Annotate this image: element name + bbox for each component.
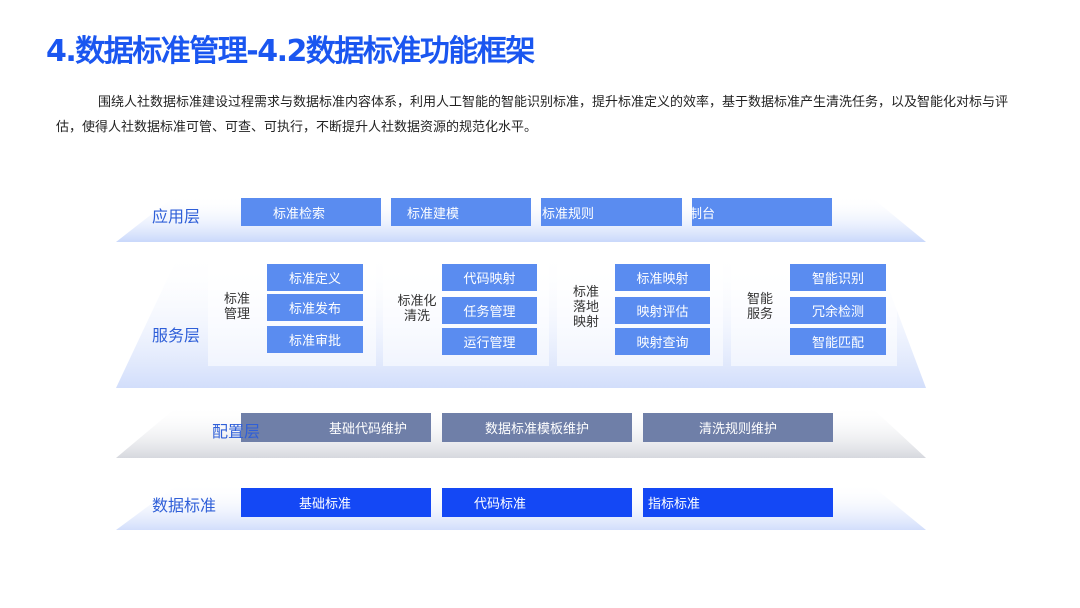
app-item-console[interactable]: 控制台 — [692, 198, 832, 226]
service-item-intelligent-recognition[interactable]: 智能识别 — [790, 264, 886, 291]
config-item-cleansing-rule-maintenance[interactable]: 清洗规则维护 — [643, 413, 833, 442]
app-layer-label: 应用层 — [152, 207, 201, 226]
service-item-mapping-evaluation[interactable]: 映射评估 — [615, 297, 710, 324]
service-group-label-standard-cleansing: 标准化 清洗 — [397, 294, 437, 324]
service-item-mapping-query[interactable]: 映射查询 — [615, 328, 710, 355]
service-item-standard-publish[interactable]: 标准发布 — [267, 294, 363, 321]
app-item-standard-modeling[interactable]: 标准建模 — [391, 198, 531, 226]
service-item-standard-approval[interactable]: 标准审批 — [267, 326, 363, 353]
service-group-label-intelligent-service: 智能 服务 — [746, 292, 773, 322]
service-item-task-management[interactable]: 任务管理 — [442, 297, 537, 324]
standard-item-indicator[interactable]: 指标标准 — [643, 488, 833, 517]
service-group-label-standard-management: 标准 管理 — [223, 292, 250, 322]
config-item-standard-template-maintenance[interactable]: 数据标准模板维护 — [442, 413, 632, 442]
app-item-standard-rules[interactable]: 标准规则 — [541, 198, 682, 226]
service-group-label-standard-mapping: 标准 落地 映射 — [572, 285, 599, 330]
service-item-standard-definition[interactable]: 标准定义 — [267, 264, 363, 291]
config-layer-label: 配置层 — [212, 422, 261, 441]
service-item-code-mapping[interactable]: 代码映射 — [442, 264, 537, 291]
service-item-redundancy-detection[interactable]: 冗余检测 — [790, 297, 886, 324]
service-item-standard-mapping[interactable]: 标准映射 — [615, 264, 710, 291]
standard-layer-label: 数据标准 — [152, 496, 217, 515]
app-item-standard-search[interactable]: 标准检索 — [241, 198, 381, 226]
service-item-run-management[interactable]: 运行管理 — [442, 328, 537, 355]
service-layer-label: 服务层 — [152, 326, 201, 345]
config-item-basic-code-maintenance[interactable]: 基础代码维护 — [241, 413, 431, 442]
service-item-intelligent-matching[interactable]: 智能匹配 — [790, 328, 886, 355]
standard-item-basic[interactable]: 基础标准 — [241, 488, 431, 517]
standard-item-code[interactable]: 代码标准 — [442, 488, 632, 517]
